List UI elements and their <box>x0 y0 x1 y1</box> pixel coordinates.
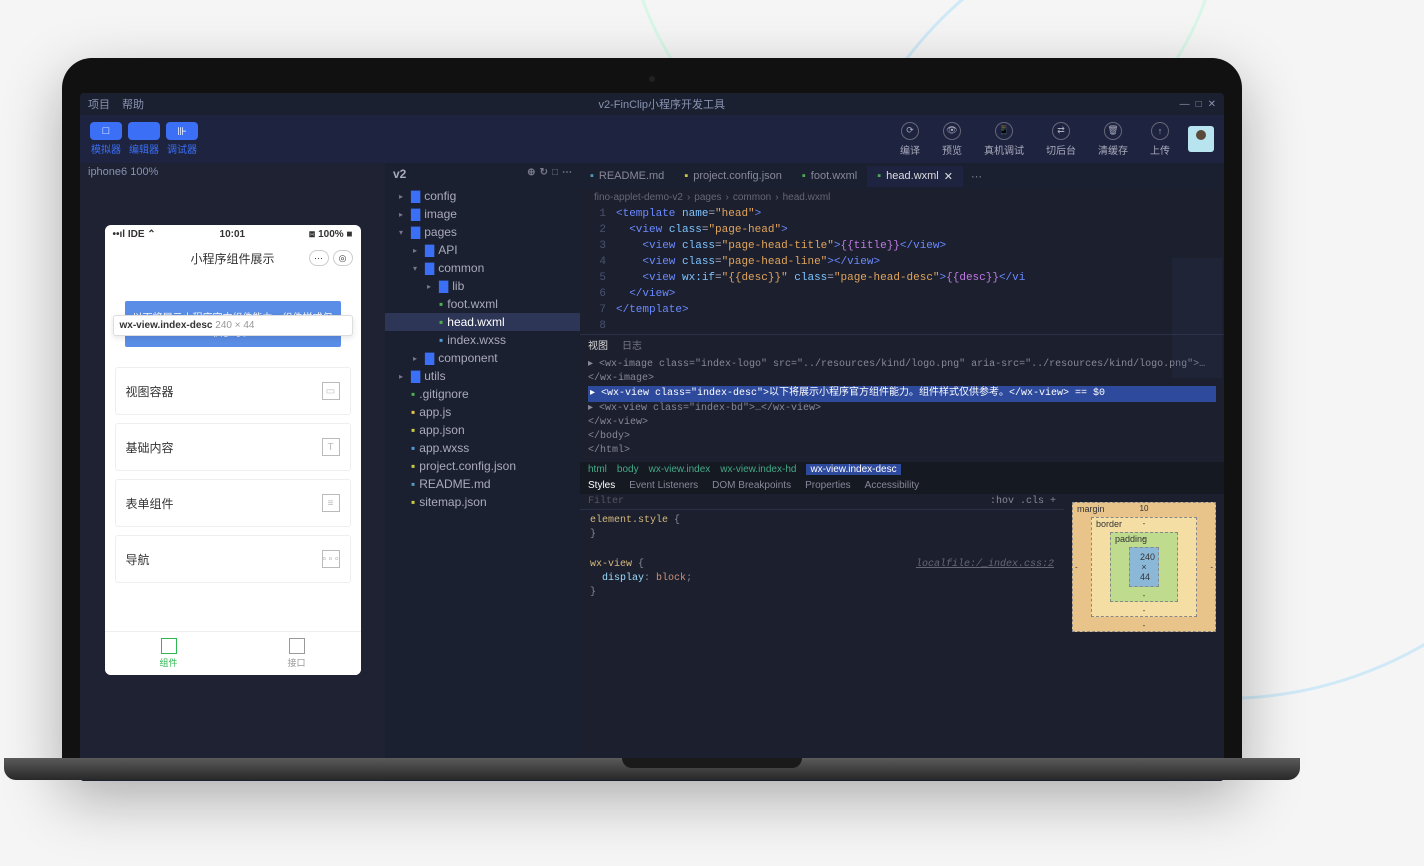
list-item[interactable]: 表单组件≡ <box>115 479 351 527</box>
laptop-frame: 项目帮助 v2-FinClip小程序开发工具 — □ ✕ □模拟器编辑器⊪调试器… <box>62 58 1242 778</box>
file-foot.wxml[interactable]: ▪foot.wxml <box>385 295 580 313</box>
avatar[interactable] <box>1188 126 1214 152</box>
titlebar: 项目帮助 v2-FinClip小程序开发工具 — □ ✕ <box>80 93 1224 115</box>
code-line[interactable]: <view wx:if="{{desc}}" class="page-head-… <box>616 270 1224 286</box>
device-label: iphone6 100% <box>80 163 385 181</box>
code-line[interactable]: <view class="page-head-line"></view> <box>616 254 1224 270</box>
editor-tab-README.md[interactable]: ▪README.md <box>580 166 674 186</box>
tool-上传[interactable]: ↑上传 <box>1150 122 1170 157</box>
project-root: v2 <box>393 167 406 181</box>
code-line[interactable]: </view> <box>616 286 1224 302</box>
tab-overflow-icon[interactable]: ⋯ <box>963 170 990 183</box>
file-app.js[interactable]: ▪app.js <box>385 403 580 421</box>
mode-编辑器[interactable]: 编辑器 <box>128 122 160 156</box>
maximize-icon[interactable]: □ <box>1196 99 1202 110</box>
tool-预览[interactable]: 👁预览 <box>942 122 962 157</box>
app-header: 小程序组件展示 ⋯ ◎ <box>105 244 361 273</box>
explorer-action-icon[interactable]: ⊕ <box>527 167 535 181</box>
folder-pages[interactable]: ▾▇pages <box>385 223 580 241</box>
tool-真机调试[interactable]: 📱真机调试 <box>984 122 1024 157</box>
devtools-panel: 视图日志 ▸ <wx-image class="index-logo" src=… <box>580 334 1224 654</box>
breadcrumb: fino-applet-demo-v2›pages›common›head.wx… <box>580 189 1224 206</box>
file-sitemap.json[interactable]: ▪sitemap.json <box>385 493 580 511</box>
file-.gitignore[interactable]: ▪.gitignore <box>385 385 580 403</box>
devtools-tab-日志[interactable]: 日志 <box>622 337 642 352</box>
styles-tab-Properties[interactable]: Properties <box>805 480 851 491</box>
laptop-notch <box>622 758 802 768</box>
dom-breadcrumb[interactable]: htmlbodywx-view.indexwx-view.index-hdwx-… <box>580 462 1224 477</box>
code-line[interactable]: <view class="page-head-title">{{title}}<… <box>616 238 1224 254</box>
file-index.wxss[interactable]: ▪index.wxss <box>385 331 580 349</box>
tool-编译[interactable]: ⟳编译 <box>900 122 920 157</box>
toolbar: □模拟器编辑器⊪调试器 ⟳编译 👁预览 📱真机调试 ⇄切后台 🗑清缓存 ↑上传 <box>80 115 1224 163</box>
folder-common[interactable]: ▾▇common <box>385 259 580 277</box>
devtools-tab-视图[interactable]: 视图 <box>588 337 608 352</box>
css-rule[interactable]: localfile:/_index.css:2wx-view { display… <box>580 554 1064 604</box>
status-bar: ••ıl IDE ⌃ 10:01 ⧈ 100% ■ <box>105 225 361 244</box>
close-icon[interactable]: ✕ <box>1208 99 1216 110</box>
minimize-icon[interactable]: — <box>1180 99 1190 110</box>
explorer-action-icon[interactable]: ↻ <box>540 167 548 181</box>
css-rule[interactable]: </span><span class="sel-txt">.index-desc… <box>580 546 1064 554</box>
folder-API[interactable]: ▸▇API <box>385 241 580 259</box>
styles-tab-Accessibility[interactable]: Accessibility <box>865 480 919 491</box>
mode-模拟器[interactable]: □模拟器 <box>90 122 122 156</box>
editor-tab-head.wxml[interactable]: ▪head.wxml✕ <box>867 166 963 187</box>
folder-component[interactable]: ▸▇component <box>385 349 580 367</box>
folder-lib[interactable]: ▸▇lib <box>385 277 580 295</box>
code-line[interactable]: </template> <box>616 302 1224 318</box>
tool-切后台[interactable]: ⇄切后台 <box>1046 122 1076 157</box>
sim-tab-组件[interactable]: 组件 <box>105 632 233 675</box>
styles-tab-Styles[interactable]: Styles <box>588 480 615 491</box>
inspector-tooltip: wx-view.index-desc 240 × 44 <box>113 315 353 336</box>
sim-tab-接口[interactable]: 接口 <box>233 632 361 675</box>
folder-utils[interactable]: ▸▇utils <box>385 367 580 385</box>
ide-window: 项目帮助 v2-FinClip小程序开发工具 — □ ✕ □模拟器编辑器⊪调试器… <box>80 93 1224 781</box>
window-title: v2-FinClip小程序开发工具 <box>144 96 1180 112</box>
camera-dot <box>649 76 655 82</box>
code-line[interactable]: <template name="head"> <box>616 206 1224 222</box>
explorer-action-icon[interactable]: □ <box>552 167 558 181</box>
folder-image[interactable]: ▸▇image <box>385 205 580 223</box>
mode-调试器[interactable]: ⊪调试器 <box>166 122 198 156</box>
editor-tab-foot.wxml[interactable]: ▪foot.wxml <box>792 166 867 186</box>
close-icon: ✕ <box>944 170 953 183</box>
box-model: margin10--- border- padding- 240 × 44 - … <box>1064 494 1224 654</box>
list-item[interactable]: 基础内容T <box>115 423 351 471</box>
editor-tab-project.config.json[interactable]: ▪project.config.json <box>674 166 792 186</box>
file-app.wxss[interactable]: ▪app.wxss <box>385 439 580 457</box>
list-item[interactable]: 视图容器▭ <box>115 367 351 415</box>
editor-panel: ▪README.md▪project.config.json▪foot.wxml… <box>580 163 1224 781</box>
folder-config[interactable]: ▸▇config <box>385 187 580 205</box>
phone-frame: ••ıl IDE ⌃ 10:01 ⧈ 100% ■ 小程序组件展示 ⋯ ◎ <box>105 225 361 675</box>
code-line[interactable]: <view class="page-head"> <box>616 222 1224 238</box>
simulator-panel: iphone6 100% ••ıl IDE ⌃ 10:01 ⧈ 100% ■ 小… <box>80 163 385 781</box>
more-icon[interactable]: ⋯ <box>309 250 329 266</box>
styles-tab-Event-Listeners[interactable]: Event Listeners <box>629 480 698 491</box>
styles-tab-DOM-Breakpoints[interactable]: DOM Breakpoints <box>712 480 791 491</box>
file-head.wxml[interactable]: ▪head.wxml <box>385 313 580 331</box>
menu-帮助[interactable]: 帮助 <box>122 96 144 112</box>
styles-filter[interactable]: Filter <box>588 496 624 507</box>
css-rule[interactable]: element.style {} <box>580 510 1064 546</box>
styles-filter-actions[interactable]: :hov .cls + <box>990 496 1056 507</box>
target-icon[interactable]: ◎ <box>333 250 353 266</box>
tool-清缓存[interactable]: 🗑清缓存 <box>1098 122 1128 157</box>
menu-项目[interactable]: 项目 <box>88 96 110 112</box>
file-README.md[interactable]: ▪README.md <box>385 475 580 493</box>
list-item[interactable]: 导航∘∘∘ <box>115 535 351 583</box>
dom-tree[interactable]: ▸ <wx-image class="index-logo" src="../r… <box>580 354 1224 462</box>
file-explorer: v2 ⊕ ↻ □ ⋯ ▸▇config▸▇image▾▇pages▸▇API▾▇com… <box>385 163 580 781</box>
minimap[interactable] <box>1172 258 1222 378</box>
explorer-action-icon[interactable]: ⋯ <box>562 167 572 181</box>
file-app.json[interactable]: ▪app.json <box>385 421 580 439</box>
file-project.config.json[interactable]: ▪project.config.json <box>385 457 580 475</box>
